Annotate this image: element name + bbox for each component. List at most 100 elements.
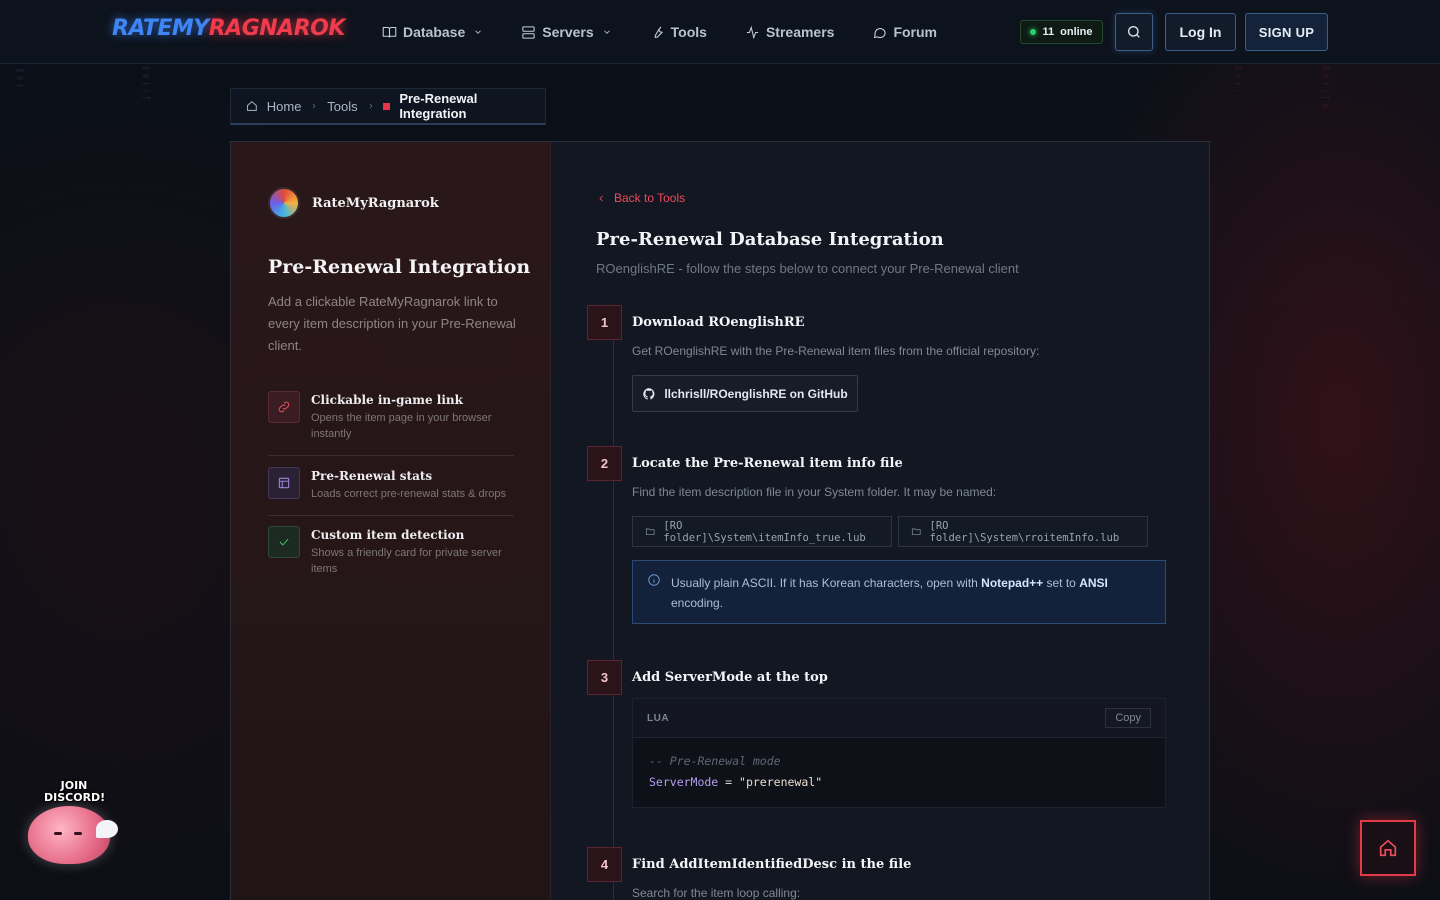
top-navigation-bar: RATEMYRAGNAROK Database Servers Tools St… xyxy=(0,0,1440,64)
integration-steps: Back to Tools Pre-Renewal Database Integ… xyxy=(552,142,1209,900)
step-number: 3 xyxy=(587,660,622,695)
feature-subtitle: Opens the item page in your browser inst… xyxy=(311,412,492,440)
feature-clickable-link: Clickable in-game link Opens the item pa… xyxy=(268,391,514,442)
matrix-rain-decoration: ᚱᛟᚾ xyxy=(14,68,24,91)
code-content: -- Pre-Renewal mode ServerMode = "preren… xyxy=(633,738,1165,806)
wrench-icon xyxy=(654,26,663,38)
github-button-label: llchrisll/ROenglishRE on GitHub xyxy=(664,386,848,401)
step-title: Add ServerMode at the top xyxy=(632,670,828,685)
home-icon xyxy=(1379,839,1397,857)
online-count: 11 xyxy=(1042,26,1055,38)
sidebar-description: Add a clickable RateMyRagnarok link to e… xyxy=(268,294,516,353)
nav-database[interactable]: Database xyxy=(382,24,483,40)
feature-custom-detection: Custom item detection Shows a friendly c… xyxy=(268,526,514,577)
code-operator: = xyxy=(718,775,740,789)
back-label: Back to Tools xyxy=(614,191,686,205)
nav-servers-label: Servers xyxy=(542,24,594,40)
breadcrumb: Home Tools Pre-Renewal Integration xyxy=(230,88,546,125)
page-subtitle: ROenglishRE - follow the steps below to … xyxy=(596,261,1019,276)
online-users-badge: 11 online xyxy=(1020,20,1103,44)
integration-panel: RateMyRagnarok Pre-Renewal Integration A… xyxy=(230,141,1210,900)
divider xyxy=(268,455,514,456)
info-icon xyxy=(648,574,660,586)
feature-title: Clickable in-game link xyxy=(311,393,463,407)
github-icon xyxy=(643,387,655,400)
join-discord-widget[interactable]: JOIN DISCORD! xyxy=(22,776,124,868)
step-number: 2 xyxy=(587,446,622,481)
chevron-right-icon xyxy=(369,103,372,109)
nav-servers[interactable]: Servers xyxy=(521,24,611,40)
back-to-tools-link[interactable]: Back to Tools xyxy=(597,191,685,205)
activity-icon xyxy=(746,25,759,39)
step-title: Find AddItemIdentifiedDesc in the file xyxy=(632,857,912,872)
sidebar-title: Pre-Renewal Integration xyxy=(268,256,531,278)
code-string: "prerenewal" xyxy=(739,775,823,789)
nav-forum-label: Forum xyxy=(893,24,938,40)
main-nav: Database Servers Tools Streamers Forum xyxy=(382,0,975,64)
chat-bubble-icon xyxy=(874,27,887,38)
chevron-down-icon xyxy=(475,30,482,34)
chevron-right-icon xyxy=(313,103,316,109)
check-icon xyxy=(268,526,300,558)
breadcrumb-tools[interactable]: Tools xyxy=(327,99,357,114)
brand-avatar xyxy=(268,187,300,219)
folder-icon xyxy=(911,528,921,535)
copy-button[interactable]: Copy xyxy=(1105,708,1151,728)
home-floating-button[interactable] xyxy=(1360,820,1416,876)
breadcrumb-home[interactable]: Home xyxy=(267,99,302,114)
step-text: Find the item description file in your S… xyxy=(632,485,997,499)
logo-text-ragnarok: RAGNAROK xyxy=(208,16,346,41)
step-text: Get ROenglishRE with the Pre-Renewal ite… xyxy=(632,344,1040,358)
sidebar-brand: RateMyRagnarok xyxy=(268,187,439,219)
breadcrumb-current: Pre-Renewal Integration xyxy=(399,91,478,121)
note-ansi: ANSI xyxy=(1079,576,1108,590)
site-logo[interactable]: RATEMYRAGNAROK xyxy=(112,16,345,41)
nav-streamers-label: Streamers xyxy=(765,24,835,40)
note-text: set to xyxy=(1043,576,1080,590)
folder-icon xyxy=(645,528,655,535)
nav-streamers[interactable]: Streamers xyxy=(745,24,835,40)
file-path-text: [RO folder]\System\itemInfo_true.lub xyxy=(663,519,866,544)
sidebar-info: RateMyRagnarok Pre-Renewal Integration A… xyxy=(231,142,551,900)
nav-forum[interactable]: Forum xyxy=(872,24,937,40)
step-text: Search for the item loop calling: xyxy=(632,886,801,900)
code-comment: -- Pre-Renewal mode xyxy=(649,754,781,768)
page-title: Pre-Renewal Database Integration xyxy=(596,229,944,250)
online-status-dot xyxy=(1030,29,1037,35)
current-page-marker xyxy=(383,102,391,110)
nav-database-label: Database xyxy=(403,24,466,40)
file-path-text: [RO folder]\System\rroitemInfo.lub xyxy=(929,519,1120,544)
layout-icon xyxy=(268,467,300,499)
mascot-eye xyxy=(74,832,82,835)
file-path-chip: [RO folder]\System\itemInfo_true.lub xyxy=(632,516,892,547)
feature-title: Custom item detection xyxy=(311,528,465,542)
note-notepad-plus-plus: Notepad++ xyxy=(981,576,1044,590)
code-block: LUA Copy -- Pre-Renewal mode ServerMode … xyxy=(632,698,1166,808)
chevron-down-icon xyxy=(603,30,610,34)
steps-connector-line xyxy=(613,338,614,900)
book-icon xyxy=(382,26,397,38)
search-button[interactable] xyxy=(1115,13,1153,51)
matrix-rain-decoration: ᚱᛟᚾᛁᚴᛟ xyxy=(1320,66,1330,111)
step-title: Locate the Pre-Renewal item info file xyxy=(632,456,903,471)
signup-button[interactable]: SIGN UP xyxy=(1245,13,1328,51)
file-path-chip: [RO folder]\System\rroitemInfo.lub xyxy=(898,516,1148,547)
feature-title: Pre-Renewal stats xyxy=(311,469,433,483)
step-title: Download ROenglishRE xyxy=(632,315,805,330)
mascot-eye xyxy=(54,832,62,835)
github-repo-button[interactable]: llchrisll/ROenglishRE on GitHub xyxy=(632,375,858,412)
search-icon xyxy=(1128,26,1140,38)
feature-subtitle: Loads correct pre-renewal stats & drops xyxy=(311,488,507,500)
chevron-left-icon xyxy=(599,195,603,201)
wing-icon xyxy=(96,820,118,838)
join-discord-label: JOIN DISCORD! xyxy=(44,779,106,804)
logo-text-ratemy: RATEMY xyxy=(112,16,209,41)
nav-tools[interactable]: Tools xyxy=(650,24,707,40)
link-icon xyxy=(268,391,300,423)
note-text: Usually plain ASCII. If it has Korean ch… xyxy=(671,576,982,590)
matrix-rain-decoration: ᚱᛟᚾᛁ xyxy=(1232,66,1242,96)
login-button[interactable]: Log In xyxy=(1165,13,1236,51)
step-number: 4 xyxy=(587,847,622,882)
step-number: 1 xyxy=(587,305,622,340)
feature-prerenewal-stats: Pre-Renewal stats Loads correct pre-rene… xyxy=(268,467,514,502)
